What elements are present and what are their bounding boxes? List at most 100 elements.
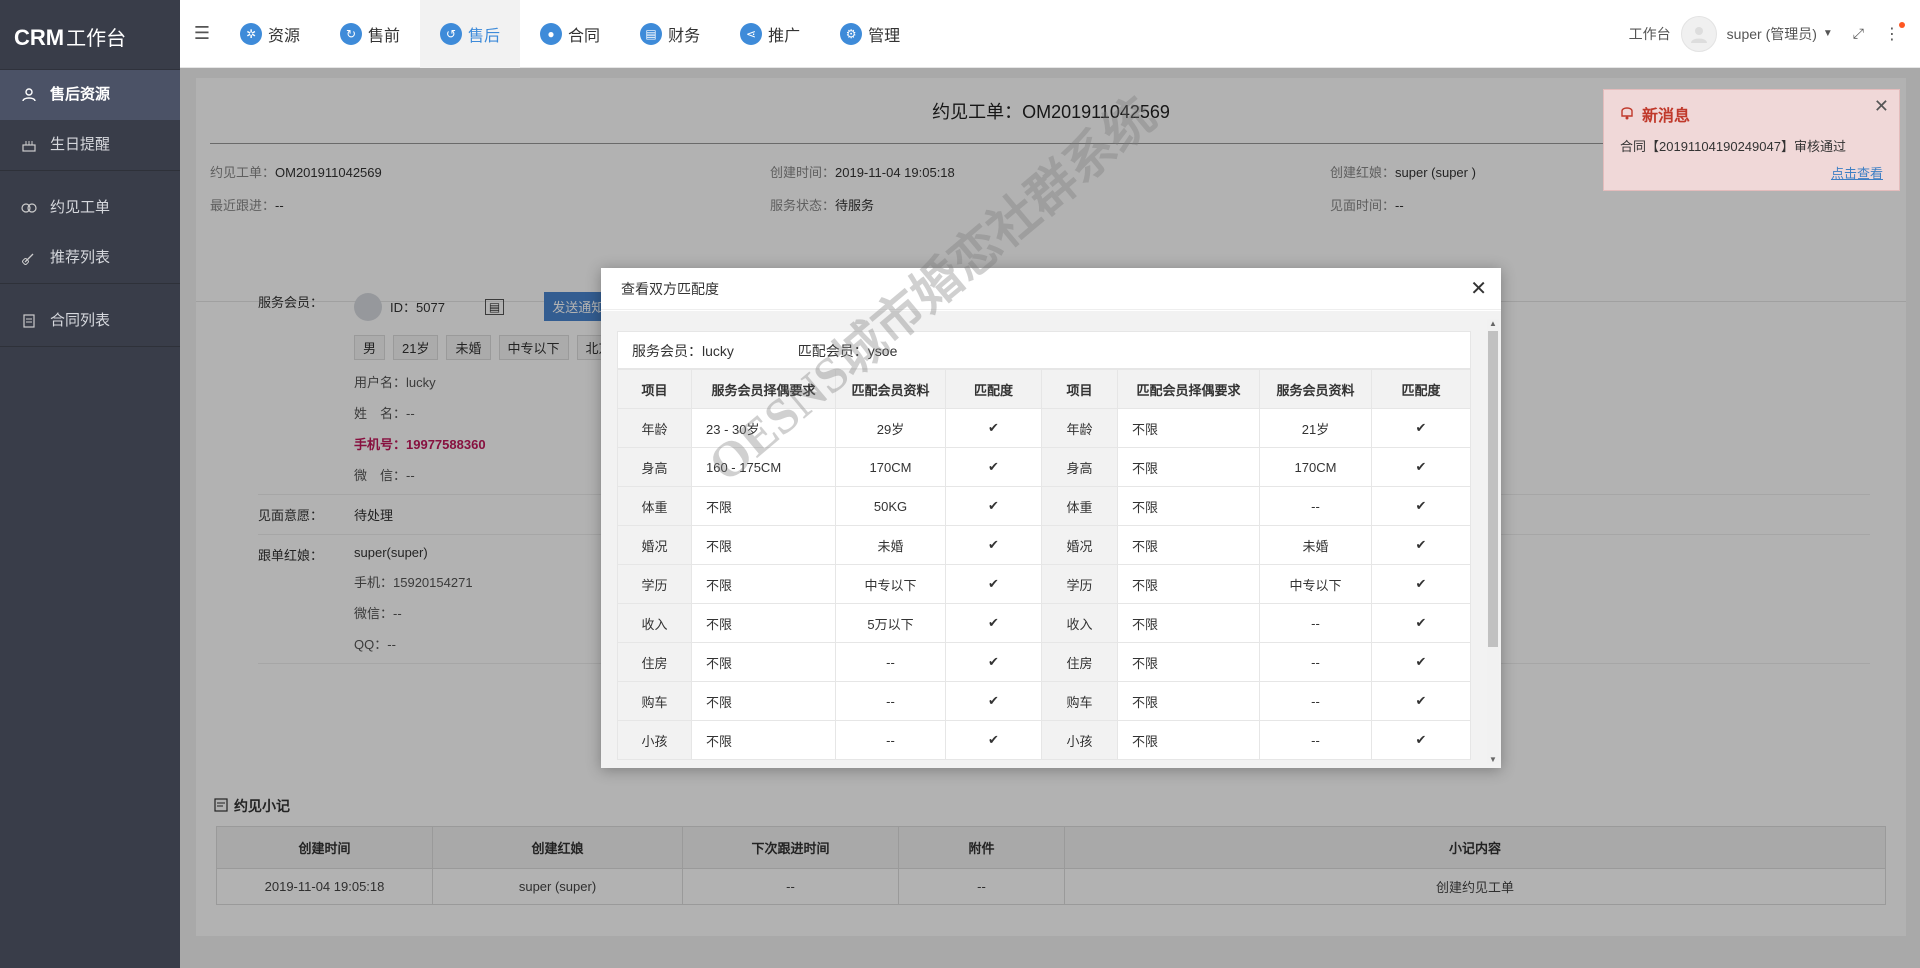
user-menu[interactable]: super (管理员) — [1727, 24, 1817, 44]
sidebar-item-label: 推荐列表 — [50, 249, 111, 266]
nav-contract[interactable]: ● 合同 — [520, 0, 620, 68]
nav-management[interactable]: ⚙ 管理 — [820, 0, 920, 68]
scroll-up-arrow-icon[interactable]: ▲ — [1487, 319, 1499, 328]
table-cell: -- — [1259, 642, 1372, 682]
notification-title-text: 新消息 — [1642, 108, 1691, 125]
table-cell: 50KG — [835, 486, 946, 526]
user-icon — [20, 86, 38, 104]
table-cell: 身高 — [1041, 447, 1118, 487]
chevron-down-icon[interactable]: ▼ — [1823, 28, 1833, 39]
nav-presale[interactable]: ↻ 售前 — [320, 0, 420, 68]
notification-view-link[interactable]: 点击查看 — [1620, 163, 1883, 182]
scroll-down-arrow-icon[interactable]: ▼ — [1487, 755, 1499, 764]
table-row: 学历 不限 中专以下 ✔ 学历 不限 中专以下 ✔ — [617, 564, 1471, 604]
table-cell: 不限 — [1117, 564, 1260, 604]
nav-label: 财务 — [668, 27, 701, 45]
check-icon: ✔ — [1371, 486, 1471, 526]
table-cell: 未婚 — [835, 525, 946, 565]
table-cell: 29岁 — [835, 408, 946, 448]
table-row: 体重 不限 50KG ✔ 体重 不限 -- ✔ — [617, 486, 1471, 526]
column-header: 匹配会员资料 — [835, 369, 946, 409]
table-header-row: 项目 服务会员择偶要求 匹配会员资料 匹配度 项目 匹配会员择偶要求 服务会员资… — [617, 369, 1471, 409]
nav-label: 售前 — [368, 27, 401, 45]
check-icon: ✔ — [1371, 603, 1471, 643]
sidebar: CRM 工作台 售后资源 生日提醒 约见工单 推荐列表 合同列表 — [0, 0, 180, 968]
sidebar-item-recommend[interactable]: 推荐列表 — [0, 233, 180, 283]
table-row: 婚况 不限 未婚 ✔ 婚况 不限 未婚 ✔ — [617, 525, 1471, 565]
sidebar-item-birthday[interactable]: 生日提醒 — [0, 120, 180, 170]
check-icon: ✔ — [945, 642, 1042, 682]
table-cell: 不限 — [691, 486, 836, 526]
sidebar-item-contract-list[interactable]: 合同列表 — [0, 296, 180, 346]
service-member-name: 服务会员：lucky — [632, 343, 734, 359]
check-icon: ✔ — [945, 720, 1042, 760]
table-cell: 婚况 — [1041, 525, 1118, 565]
table-cell: -- — [835, 720, 946, 760]
scrollbar-thumb[interactable] — [1488, 331, 1498, 647]
table-cell: -- — [1259, 486, 1372, 526]
contract-user-icon: ● — [540, 22, 563, 45]
table-cell: 收入 — [1041, 603, 1118, 643]
table-cell: 不限 — [1117, 447, 1260, 487]
table-cell: 不限 — [691, 720, 836, 760]
table-cell: 5万以下 — [835, 603, 946, 643]
table-cell: 不限 — [1117, 486, 1260, 526]
match-member-name: 匹配会员：ysoe — [797, 343, 898, 359]
modal-body: 服务会员：lucky 匹配会员：ysoe 项目 服务会员择偶要求 匹配会员资料 … — [601, 311, 1501, 768]
heart-link-icon — [20, 199, 38, 217]
resources-icon: ✲ — [240, 22, 262, 45]
close-icon[interactable]: ✕ — [1874, 96, 1889, 117]
sidebar-item-aftersale-resource[interactable]: 售后资源 — [0, 70, 180, 120]
table-cell: 体重 — [617, 486, 692, 526]
more-menu-icon[interactable]: ⋮ — [1884, 21, 1905, 44]
avatar[interactable] — [1680, 15, 1717, 52]
modal-scrollbar[interactable]: ▲ ▼ — [1487, 319, 1499, 764]
check-icon: ✔ — [945, 525, 1042, 565]
sidebar-item-label: 生日提醒 — [50, 136, 111, 153]
document-icon — [20, 312, 38, 330]
top-nav: ✲ 资源 ↻ 售前 ↺ 售后 ● 合同 ▤ 财务 ⋖ 推广 ⚙ 管理 — [220, 0, 920, 68]
check-icon: ✔ — [1371, 408, 1471, 448]
match-table: 项目 服务会员择偶要求 匹配会员资料 匹配度 项目 匹配会员择偶要求 服务会员资… — [617, 369, 1471, 760]
table-cell: 不限 — [691, 525, 836, 565]
nav-label: 管理 — [868, 27, 901, 45]
notification-title: 新消息 — [1620, 102, 1883, 126]
gear-icon: ⚙ — [840, 22, 863, 45]
table-cell: -- — [1259, 603, 1372, 643]
presale-icon: ↻ — [340, 22, 363, 45]
nav-resources[interactable]: ✲ 资源 — [220, 0, 320, 68]
table-cell: 中专以下 — [835, 564, 946, 604]
fullscreen-icon[interactable]: ⤢ — [1853, 25, 1864, 42]
table-cell: 170CM — [1259, 447, 1372, 487]
sidebar-item-appointment[interactable]: 约见工单 — [0, 183, 180, 233]
check-icon: ✔ — [945, 447, 1042, 487]
top-right-tools: 工作台 super (管理员) ▼ ⤢ ⋮ — [1629, 15, 1920, 52]
close-icon[interactable]: ✕ — [1470, 268, 1487, 310]
check-icon: ✔ — [945, 486, 1042, 526]
table-row: 购车 不限 -- ✔ 购车 不限 -- ✔ — [617, 681, 1471, 721]
table-cell: 不限 — [691, 564, 836, 604]
table-cell: 学历 — [1041, 564, 1118, 604]
table-row: 住房 不限 -- ✔ 住房 不限 -- ✔ — [617, 642, 1471, 682]
menu-toggle-icon[interactable]: ☰ — [184, 23, 220, 44]
table-row: 收入 不限 5万以下 ✔ 收入 不限 -- ✔ — [617, 603, 1471, 643]
table-cell: 不限 — [1117, 525, 1260, 565]
nav-finance[interactable]: ▤ 财务 — [620, 0, 720, 68]
column-header: 项目 — [617, 369, 692, 409]
table-cell: 23 - 30岁 — [691, 408, 836, 448]
nav-aftersale[interactable]: ↺ 售后 — [420, 0, 521, 68]
nav-label: 合同 — [568, 27, 601, 45]
table-cell: 不限 — [1117, 720, 1260, 760]
nav-promotion[interactable]: ⋖ 推广 — [720, 0, 820, 68]
workbench-link[interactable]: 工作台 — [1629, 24, 1671, 44]
match-members-header: 服务会员：lucky 匹配会员：ysoe — [617, 331, 1471, 369]
check-icon: ✔ — [945, 564, 1042, 604]
check-icon: ✔ — [945, 603, 1042, 643]
sidebar-group-3: 合同列表 — [0, 284, 180, 347]
table-cell: 收入 — [617, 603, 692, 643]
column-header: 匹配度 — [1371, 369, 1471, 409]
table-cell: 21岁 — [1259, 408, 1372, 448]
match-modal: 查看双方匹配度 ✕ 服务会员：lucky 匹配会员：ysoe 项目 服务会员择偶… — [601, 268, 1501, 768]
table-cell: 小孩 — [617, 720, 692, 760]
nav-label: 售后 — [468, 27, 501, 45]
